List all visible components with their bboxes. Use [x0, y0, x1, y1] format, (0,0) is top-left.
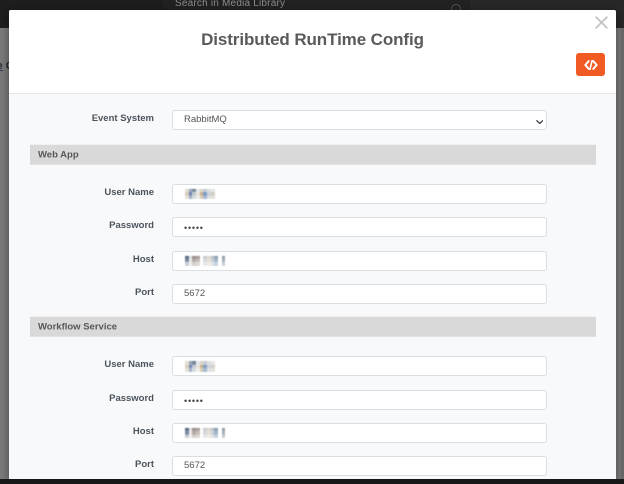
- workflow-port-label: Port: [34, 459, 154, 470]
- chevron-down-icon: [536, 120, 544, 125]
- password-dots: •••••: [184, 223, 204, 233]
- distributed-runtime-config-modal: Distributed RunTime Config Event System …: [9, 10, 616, 480]
- webapp-password-label: Password: [34, 220, 154, 231]
- webapp-password-input[interactable]: •••••: [172, 217, 547, 237]
- workflow-password-input[interactable]: •••••: [172, 390, 547, 410]
- webapp-host-input[interactable]: [172, 251, 547, 271]
- search-input[interactable]: Search in Media Library: [175, 0, 285, 9]
- bottom-dark-strip: [0, 479, 624, 484]
- workflow-password-label: Password: [34, 393, 154, 404]
- redacted-value: [185, 428, 225, 438]
- webapp-port-input[interactable]: 5672: [172, 284, 547, 304]
- modal-header: Distributed RunTime Config: [9, 10, 616, 94]
- workflow-port-input[interactable]: 5672: [172, 456, 547, 476]
- workflow-username-input[interactable]: [172, 356, 547, 376]
- event-system-select[interactable]: RabbitMQ: [172, 110, 547, 130]
- event-system-value: RabbitMQ: [184, 114, 227, 125]
- section-header-web-app: Web App: [30, 144, 596, 165]
- redacted-value: [185, 361, 215, 371]
- background-tab-underline: [0, 70, 3, 72]
- close-button[interactable]: [595, 16, 608, 29]
- password-dots: •••••: [184, 396, 204, 406]
- event-system-label: Event System: [34, 113, 154, 124]
- webapp-host-label: Host: [34, 254, 154, 265]
- section-header-workflow-service: Workflow Service: [30, 316, 596, 337]
- section-title: Web App: [38, 149, 79, 160]
- port-value: 5672: [184, 460, 205, 471]
- workflow-host-input[interactable]: [172, 423, 547, 443]
- modal-title: Distributed RunTime Config: [9, 30, 616, 50]
- port-value: 5672: [184, 288, 205, 299]
- workflow-host-label: Host: [34, 426, 154, 437]
- workflow-username-label: User Name: [34, 359, 154, 370]
- code-view-button[interactable]: [576, 53, 605, 76]
- redacted-value: [185, 256, 225, 266]
- webapp-username-input[interactable]: [172, 184, 547, 204]
- webapp-port-label: Port: [34, 287, 154, 298]
- section-title: Workflow Service: [38, 321, 117, 332]
- code-icon: [584, 60, 598, 70]
- redacted-value: [185, 189, 215, 199]
- close-icon: [595, 16, 608, 29]
- webapp-username-label: User Name: [34, 187, 154, 198]
